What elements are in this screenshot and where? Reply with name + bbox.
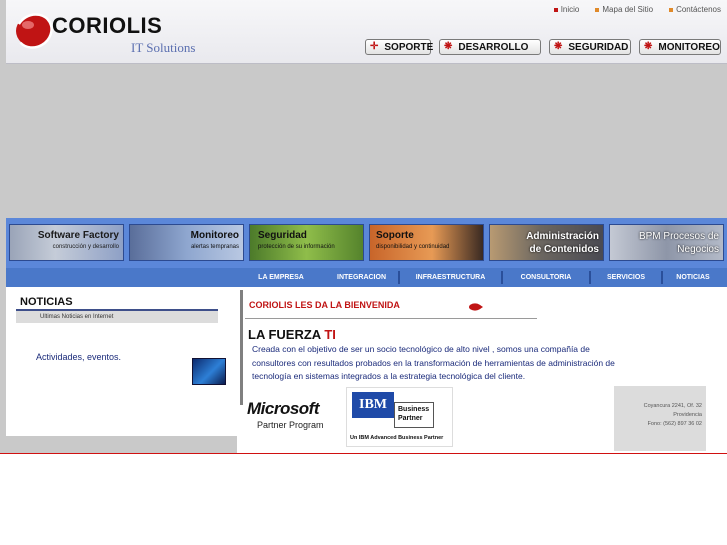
page: { "brand": {"name": "CORIOLIS", "tagline…: [0, 0, 727, 545]
nav-consultoria[interactable]: CONSULTORIA: [503, 271, 591, 284]
logo-bullet-icon: [469, 303, 483, 311]
tile-bpm[interactable]: BPM Procesos de Negocios: [609, 224, 724, 261]
desarrollo-button[interactable]: ❋ DESARROLLO: [439, 39, 541, 55]
site-header: CORIOLIS IT Solutions Inicio Mapa del Si…: [6, 0, 727, 64]
news-link[interactable]: Actividades, eventos.: [36, 352, 121, 362]
microsoft-partner-logo[interactable]: Microsoft Partner Program: [247, 399, 343, 441]
tile-software-factory[interactable]: Software Factory construcción y desarrol…: [9, 224, 124, 261]
tagline: LA FUERZA TI: [248, 327, 336, 342]
nav-integracion[interactable]: INTEGRACION: [325, 271, 400, 284]
address-box: Coyancura 2241, Of. 32 Providencia Fono:…: [614, 386, 706, 451]
gear-icon: ❋: [644, 41, 653, 52]
gear-icon: ❋: [554, 41, 563, 52]
main-buttons: ✛ SOPORTE ❋ DESARROLLO ❋ SEGURIDAD ❋ MONITOR…: [365, 39, 721, 55]
sidebar-header-bar: [6, 268, 237, 287]
bullet-icon: [669, 7, 674, 12]
news-thumbnail[interactable]: [192, 358, 226, 385]
bullet-icon: [553, 7, 558, 12]
ibm-partner-logo[interactable]: IBM Business Partner Un IBM Advanced Bus…: [346, 387, 453, 447]
intro-paragraph: Creada con el objetivo de ser un socio t…: [252, 344, 615, 381]
welcome-heading: CORIOLIS LES DA LA BIENVENIDA: [249, 300, 400, 310]
service-strip: Software Factory construcción y desarrol…: [6, 218, 727, 268]
tile-monitoreo[interactable]: Monitoreo alertas tempranas: [129, 224, 244, 261]
top-link-contacto[interactable]: Contáctenos: [669, 5, 721, 14]
news-title: NOTICIAS: [20, 296, 73, 308]
divider: [245, 318, 537, 319]
brand-tagline: IT Solutions: [131, 40, 196, 55]
main-nav: LA EMPRESA INTEGRACION INFRAESTRUCTURA C…: [237, 268, 727, 287]
news-subtitle: Ultimas Noticias en Internet: [16, 311, 218, 323]
nav-servicios[interactable]: SERVICIOS: [591, 271, 663, 284]
tile-administracion[interactable]: Administración de Contenidos: [489, 224, 604, 261]
nav-noticias[interactable]: NOTICIAS: [663, 271, 723, 284]
brand-name[interactable]: CORIOLIS: [52, 13, 162, 39]
coriolis-logo-icon[interactable]: [14, 12, 54, 50]
bullet-icon: [595, 7, 600, 12]
sidebar-footer: [6, 436, 237, 454]
content-side-bar: [240, 290, 243, 405]
main-content: CORIOLIS LES DA LA BIENVENIDA LA FUERZA …: [237, 287, 727, 454]
gear-icon: ❋: [444, 41, 453, 52]
soporte-button[interactable]: ✛ SOPORTE: [365, 39, 433, 55]
nav-infraestructura[interactable]: INFRAESTRUCTURA: [400, 271, 503, 284]
monitoreo-button[interactable]: ❋ MONITOREO: [639, 39, 721, 55]
banner-area: [6, 64, 727, 218]
tile-soporte[interactable]: Soporte disponibilidad y continuidad: [369, 224, 484, 261]
top-link-inicio[interactable]: Inicio: [553, 5, 579, 14]
nav-la-empresa[interactable]: LA EMPRESA: [237, 271, 325, 284]
bottom-rule: [0, 453, 727, 454]
top-link-mapa[interactable]: Mapa del Sitio: [595, 5, 653, 14]
crosshair-icon: ✛: [370, 41, 379, 52]
seguridad-button[interactable]: ❋ SEGURIDAD: [549, 39, 631, 55]
news-sidebar: NOTICIAS Ultimas Noticias en Internet Ac…: [6, 268, 237, 436]
top-links: Inicio Mapa del Sitio Contáctenos: [553, 5, 721, 14]
tile-seguridad[interactable]: Seguridad protección de su información: [249, 224, 364, 261]
